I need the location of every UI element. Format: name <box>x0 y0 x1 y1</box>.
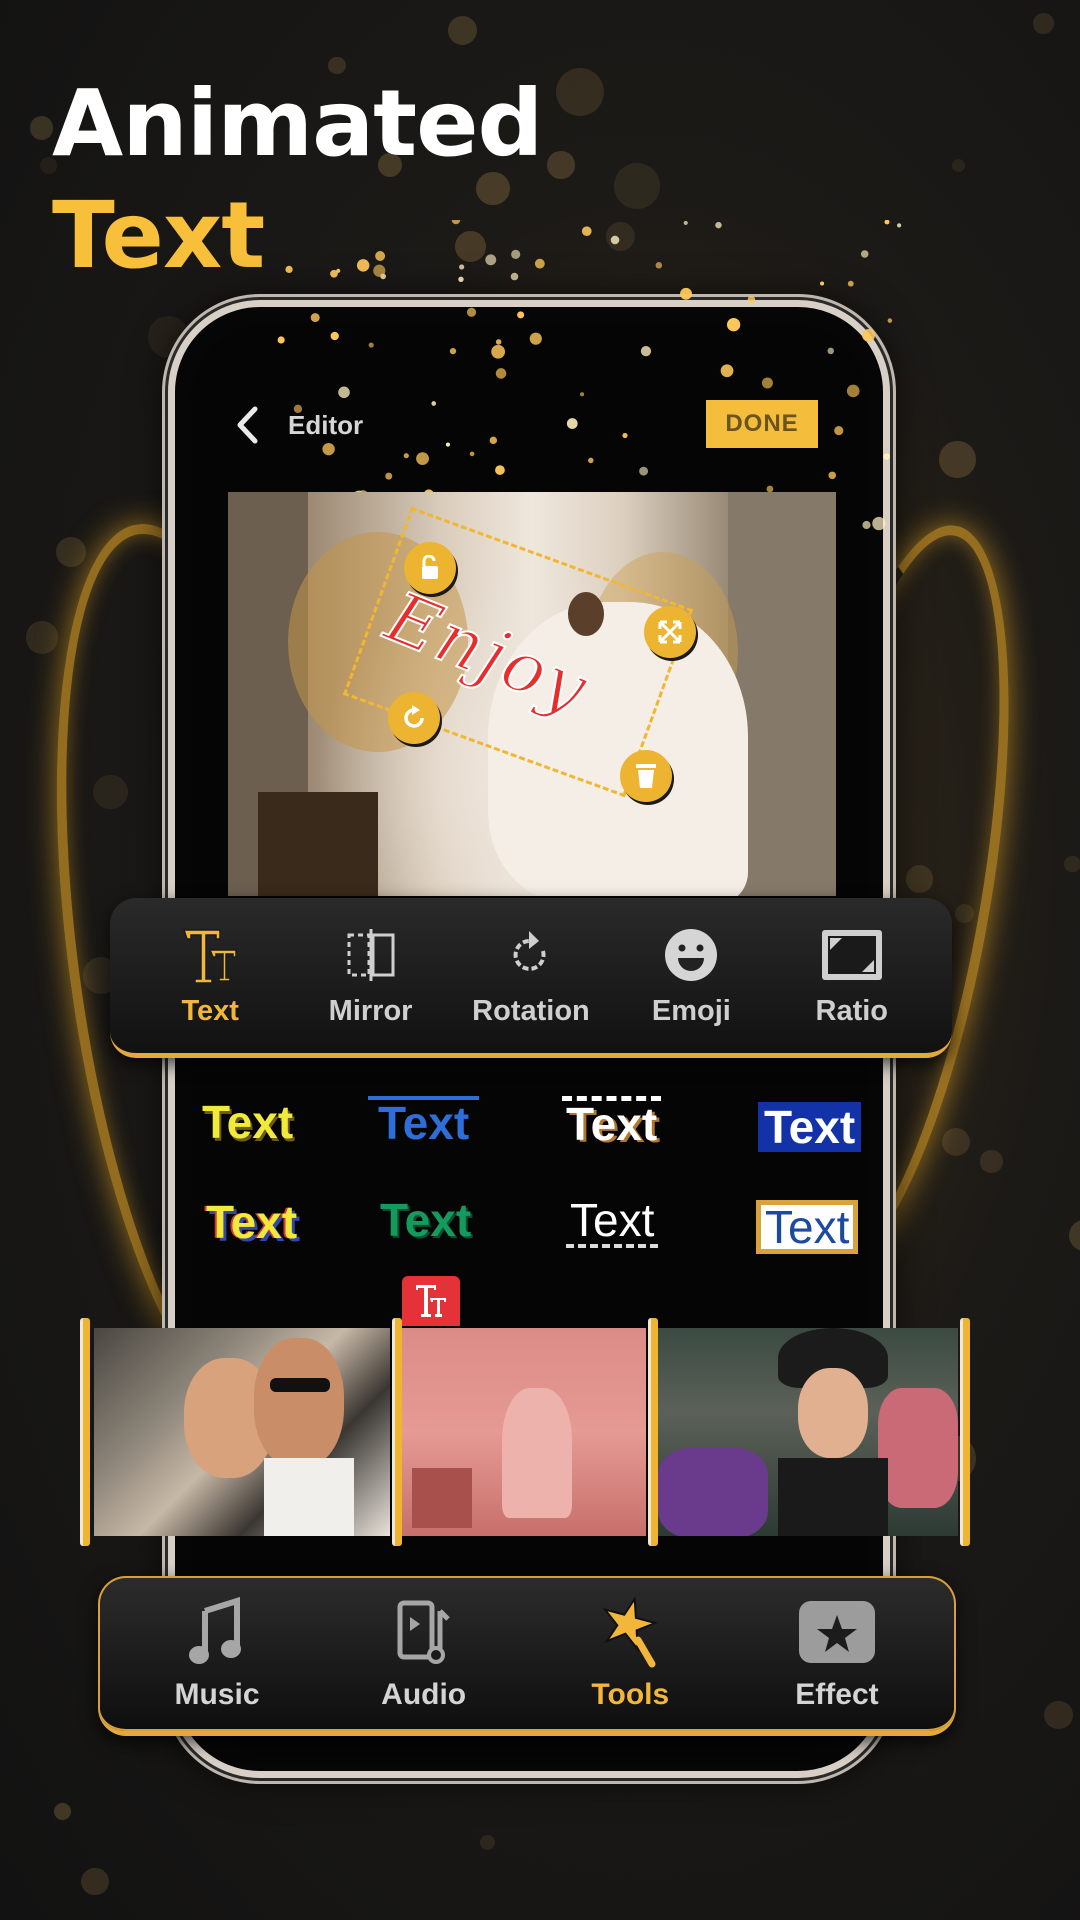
bokeh-dot <box>447 16 477 46</box>
rotate-icon <box>505 923 557 987</box>
tool-mirror[interactable]: Mirror <box>296 923 446 1028</box>
tool-rotation[interactable]: Rotation <box>456 923 606 1028</box>
text-style-grid: Text Text Text Text Text Text Text Text <box>196 1090 866 1270</box>
nav-label: Music <box>174 1677 260 1711</box>
person <box>254 1338 344 1468</box>
nav-tools[interactable]: Tools <box>545 1595 715 1712</box>
tool-text[interactable]: Text <box>135 923 285 1028</box>
tool-emoji[interactable]: Emoji <box>616 923 766 1028</box>
emoji-icon <box>662 923 720 987</box>
editor-header: Editor DONE <box>230 400 830 450</box>
timeline-trim-handle[interactable] <box>392 1318 402 1546</box>
text-style-blue-on-white[interactable]: Text <box>756 1200 859 1254</box>
bokeh-dot <box>479 1834 495 1850</box>
sparkle-dot <box>680 287 692 300</box>
magic-wand-icon <box>598 1595 662 1668</box>
timeline-trim-handle[interactable] <box>648 1318 658 1546</box>
bokeh-dot <box>81 1867 110 1896</box>
bokeh-dot <box>56 536 86 567</box>
nav-label: Audio <box>381 1677 467 1711</box>
sparkle-dot <box>683 220 688 226</box>
sparkle-dot <box>847 280 854 287</box>
sparkle-dot <box>581 226 592 236</box>
sparkle-dot <box>655 262 663 269</box>
star-effect-icon <box>797 1596 877 1668</box>
bokeh-dot <box>555 67 604 116</box>
tool-ratio[interactable]: Ratio <box>777 923 927 1028</box>
text-style-yellow-multicolor[interactable]: Text <box>206 1196 297 1248</box>
nav-audio[interactable]: Audio <box>339 1596 509 1712</box>
tool-label: Rotation <box>472 995 590 1027</box>
text-style-white-dashed-overline[interactable]: Text <box>562 1096 662 1147</box>
bokeh-dot <box>546 150 575 179</box>
sparkle-dot <box>820 281 825 286</box>
done-button[interactable]: DONE <box>706 400 818 448</box>
bottom-navigation: Music Audio Tools Effect <box>98 1576 956 1736</box>
woman-flowers-clip[interactable] <box>658 1328 958 1536</box>
text-style-green[interactable]: Text <box>380 1194 471 1246</box>
bokeh-dot <box>1064 855 1080 873</box>
woman-face <box>798 1368 868 1458</box>
headline: Animated Text <box>52 68 543 292</box>
bokeh-dot <box>605 221 636 252</box>
nav-effect[interactable]: Effect <box>752 1596 922 1712</box>
sparkle-dot <box>860 250 869 258</box>
photo-canvas[interactable]: Enjoy <box>228 492 836 896</box>
text-style-white-on-blue[interactable]: Text <box>758 1102 862 1152</box>
bokeh-dot <box>26 621 59 654</box>
purple-flowers <box>658 1448 768 1536</box>
timeline <box>80 1318 980 1546</box>
sparkle-dot <box>897 223 902 228</box>
unlock-icon[interactable] <box>404 542 456 594</box>
sunglasses <box>270 1378 330 1392</box>
audio-file-icon <box>394 1596 454 1668</box>
headline-line-2: Text <box>52 182 265 289</box>
sparkle-dot <box>715 221 722 229</box>
bokeh-dot <box>613 163 660 210</box>
resize-icon[interactable] <box>644 606 696 658</box>
bokeh-dot <box>29 116 53 140</box>
tool-label: Text <box>181 995 239 1027</box>
aspect-ratio-icon <box>819 923 885 987</box>
edit-toolbar: Text Mirror Rotation Emoji Ratio <box>110 898 952 1058</box>
bokeh-dot <box>951 159 965 173</box>
planter <box>412 1468 472 1528</box>
chevron-left-icon[interactable] <box>230 403 266 447</box>
text-style-white-dashed-underline[interactable]: Text <box>566 1196 659 1248</box>
sparkle-dot <box>887 318 893 323</box>
bride-figure <box>502 1388 572 1518</box>
couple-selfie-clip[interactable] <box>94 1328 390 1536</box>
bokeh-dot <box>1069 1219 1080 1252</box>
tool-label: Emoji <box>651 995 731 1027</box>
mirror-icon <box>343 923 399 987</box>
bokeh-dot <box>939 441 976 478</box>
bokeh-dot <box>54 1803 72 1821</box>
timeline-trim-handle[interactable] <box>960 1318 970 1546</box>
tool-label: Mirror <box>328 995 413 1027</box>
woman-dress <box>778 1458 888 1536</box>
text-style-yellow-shadow[interactable]: Text <box>202 1096 293 1148</box>
sparkle-dot <box>884 220 890 225</box>
headline-line-1: Animated <box>52 70 543 177</box>
bokeh-dot <box>942 1127 971 1157</box>
rotate-icon[interactable] <box>388 692 440 744</box>
text-style-blue-overline[interactable]: Text <box>368 1096 480 1146</box>
tool-label: Ratio <box>815 995 889 1027</box>
editor-title: Editor <box>288 409 364 440</box>
nav-label: Tools <box>591 1677 670 1711</box>
planter <box>258 792 378 896</box>
delete-icon[interactable] <box>620 750 672 802</box>
timeline-trim-handle[interactable] <box>80 1318 90 1546</box>
nav-label: Effect <box>795 1677 879 1711</box>
text-format-icon <box>180 923 240 987</box>
bokeh-dot <box>1032 13 1054 35</box>
bride-street-clip[interactable] <box>402 1328 646 1536</box>
white-shirt <box>264 1458 354 1536</box>
nav-music[interactable]: Music <box>132 1596 302 1712</box>
sparkle-dot <box>610 235 620 245</box>
bokeh-dot <box>980 1150 1003 1173</box>
pink-flowers <box>878 1388 958 1508</box>
bokeh-dot <box>1044 1701 1073 1730</box>
music-note-icon <box>187 1596 247 1668</box>
